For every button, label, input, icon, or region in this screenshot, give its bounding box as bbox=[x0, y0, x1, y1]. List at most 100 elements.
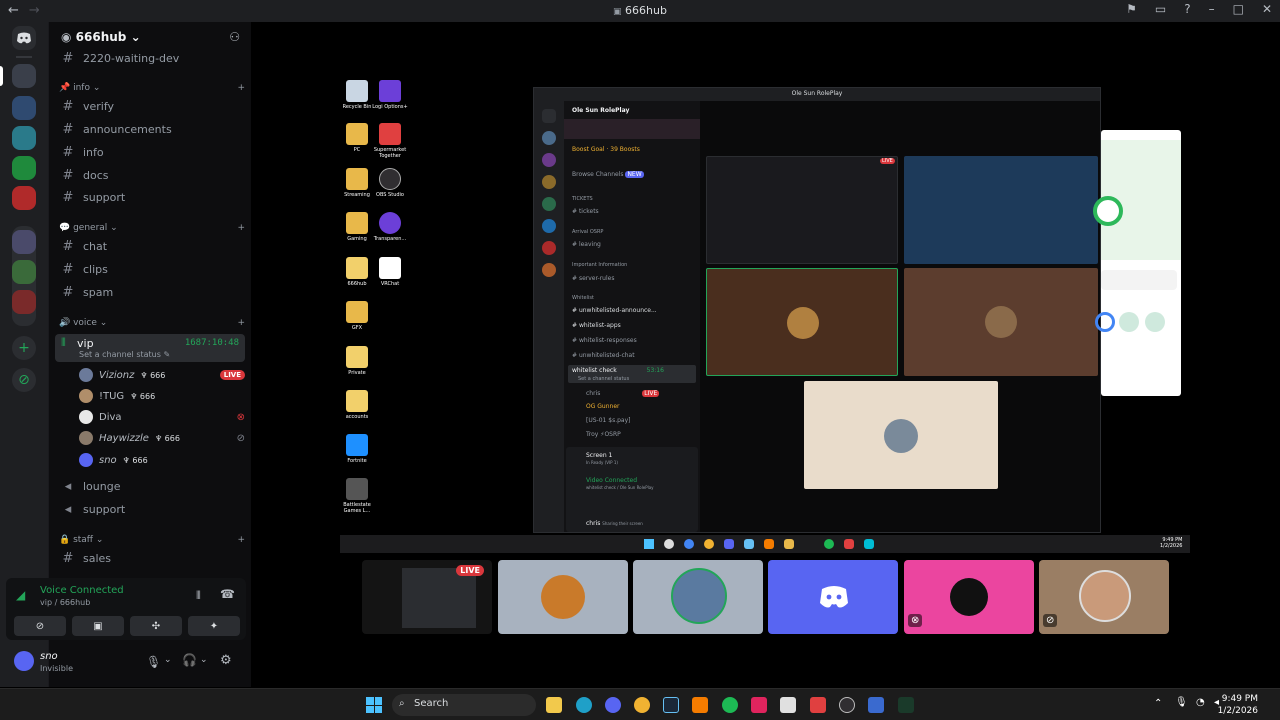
desktop-icon[interactable]: Logi Options+ bbox=[370, 80, 410, 110]
wifi-icon[interactable]: ◔ bbox=[1196, 697, 1205, 708]
noise-suppression-icon[interactable]: ⦀ bbox=[196, 589, 201, 603]
category-info[interactable]: 📌 info ⌄ + bbox=[59, 83, 245, 93]
channel-chat[interactable]: # chat bbox=[57, 235, 243, 257]
screen-share-button[interactable]: ▣ bbox=[72, 616, 124, 636]
live-badge: LIVE bbox=[219, 370, 245, 380]
add-member-icon[interactable]: ⚇ bbox=[229, 30, 240, 44]
channel-verify[interactable]: # verify bbox=[57, 95, 243, 117]
settings-gear-icon[interactable]: ⚙ bbox=[220, 653, 232, 668]
app-icon[interactable] bbox=[810, 697, 826, 713]
server-icon[interactable] bbox=[12, 230, 36, 254]
desktop-icon[interactable]: VRChat bbox=[370, 257, 410, 287]
microphone-icon[interactable]: 🎙 bbox=[1175, 697, 1188, 708]
close-icon[interactable]: ✕ bbox=[1262, 2, 1272, 16]
soundboard-button[interactable]: ✦ bbox=[188, 616, 240, 636]
channel-spam[interactable]: # spam bbox=[57, 281, 243, 303]
channel-voice-support[interactable]: ◂ support bbox=[57, 498, 243, 520]
camera-button[interactable]: ⊘ bbox=[14, 616, 66, 636]
taskbar-search[interactable]: ⌕ Search bbox=[392, 694, 536, 716]
desktop-icon[interactable]: OBS Studio bbox=[370, 168, 410, 198]
channel-info[interactable]: # info bbox=[57, 141, 243, 163]
server-icon[interactable] bbox=[12, 186, 36, 210]
obs-taskbar-icon[interactable] bbox=[839, 697, 855, 713]
voice-member[interactable]: Diva ⊗ bbox=[79, 407, 245, 427]
participant-tile-stream[interactable]: LIVE bbox=[362, 560, 492, 634]
chevron-up-icon[interactable]: ⌃ bbox=[1154, 698, 1162, 709]
server-icon[interactable] bbox=[12, 156, 36, 180]
channel-support[interactable]: # support bbox=[57, 186, 243, 208]
server-icon[interactable] bbox=[12, 126, 36, 150]
channel-2220-waiting-dev[interactable]: #2220-waiting-dev bbox=[57, 47, 243, 69]
category-staff[interactable]: 🔒 staff ⌄ + bbox=[59, 535, 245, 545]
voice-channel-vip[interactable]: ⦀ vip 1687:10:48 Set a channel status ✎ bbox=[55, 334, 245, 362]
inbox-icon[interactable]: ⚑ bbox=[1126, 2, 1137, 16]
voice-member[interactable]: Haywizzle ♆ 666 ⊘ bbox=[79, 428, 245, 448]
discord-taskbar-icon[interactable] bbox=[605, 697, 621, 713]
add-channel-icon[interactable]: + bbox=[237, 83, 245, 93]
voice-member[interactable]: !TUG ♆ 666 bbox=[79, 386, 245, 406]
participant-tile[interactable] bbox=[498, 560, 628, 634]
spotify-icon[interactable] bbox=[722, 697, 738, 713]
add-channel-icon[interactable]: + bbox=[237, 223, 245, 233]
desktop-icon[interactable]: Battlestate Games L... bbox=[337, 478, 377, 514]
participant-tile[interactable]: ⊘ bbox=[1039, 560, 1169, 634]
app-icon[interactable] bbox=[868, 697, 884, 713]
voice-location[interactable]: vip / 666hub bbox=[40, 598, 90, 607]
headphones-icon[interactable]: 🎧 bbox=[182, 653, 197, 667]
activities-button[interactable]: ✣ bbox=[130, 616, 182, 636]
add-channel-icon[interactable]: + bbox=[237, 535, 245, 545]
direct-messages-button[interactable] bbox=[12, 26, 36, 50]
username[interactable]: sno bbox=[40, 651, 58, 662]
category-voice[interactable]: 🔊 voice ⌄ + bbox=[59, 318, 245, 328]
disconnect-icon[interactable]: ☎ bbox=[220, 587, 235, 601]
desktop-icon[interactable]: Fortnite bbox=[337, 434, 377, 464]
maximize-icon[interactable]: □ bbox=[1233, 2, 1244, 16]
participant-tile[interactable]: ⊗ bbox=[904, 560, 1034, 634]
category-general[interactable]: 💬 general ⌄ + bbox=[59, 223, 245, 233]
voice-status[interactable]: Voice Connected bbox=[40, 585, 124, 596]
voice-member[interactable]: sno ♆ 666 bbox=[79, 450, 245, 470]
channel-clips[interactable]: # clips bbox=[57, 258, 243, 280]
app-icon[interactable] bbox=[780, 697, 796, 713]
server-icon[interactable] bbox=[12, 64, 36, 88]
window-controls: ⚑ ▭ ? – □ ✕ bbox=[1126, 2, 1272, 16]
screen-icon[interactable]: ▭ bbox=[1155, 2, 1166, 16]
server-icon bbox=[542, 175, 556, 189]
desktop-icon[interactable]: accounts bbox=[337, 390, 377, 420]
channel-sales[interactable]: # sales bbox=[57, 547, 243, 569]
video-tile-user bbox=[706, 268, 898, 376]
app-icon[interactable] bbox=[898, 697, 914, 713]
discover-icon[interactable]: ⊘ bbox=[12, 368, 36, 392]
desktop-icon[interactable]: Private bbox=[337, 346, 377, 376]
channel-status[interactable]: Set a channel status ✎ bbox=[79, 350, 170, 359]
help-icon[interactable]: ? bbox=[1184, 2, 1190, 16]
channel-lounge[interactable]: ◂ lounge bbox=[57, 475, 243, 497]
avatar[interactable] bbox=[14, 651, 34, 671]
taskbar-clock[interactable]: 9:49 PM 1/2/2026 bbox=[1218, 693, 1258, 717]
participant-tile[interactable] bbox=[633, 560, 763, 634]
participant-tile[interactable] bbox=[768, 560, 898, 634]
server-icon[interactable] bbox=[12, 290, 36, 314]
add-server-icon[interactable]: + bbox=[12, 336, 36, 360]
server-icon[interactable] bbox=[12, 260, 36, 284]
steam-icon[interactable] bbox=[663, 697, 679, 713]
app-icon[interactable] bbox=[634, 697, 650, 713]
chevron-down-icon[interactable]: ⌄ bbox=[164, 655, 172, 665]
minimize-icon[interactable]: – bbox=[1209, 2, 1215, 16]
desktop-icon[interactable]: Transparen... bbox=[370, 212, 410, 242]
desktop-icon[interactable]: Supermarket Together bbox=[370, 123, 410, 159]
channel-announcements[interactable]: # announcements bbox=[57, 118, 243, 140]
desktop-icon[interactable]: GFX bbox=[337, 301, 377, 331]
start-button[interactable] bbox=[366, 697, 382, 713]
app-icon[interactable] bbox=[692, 697, 708, 713]
channel-docs[interactable]: # docs bbox=[57, 164, 243, 186]
microphone-icon[interactable]: 🎙 bbox=[146, 655, 161, 669]
voice-member[interactable]: Vizionz ♆ 666 LIVE bbox=[79, 365, 245, 385]
file-explorer-icon[interactable] bbox=[546, 697, 562, 713]
chevron-down-icon[interactable]: ⌄ bbox=[200, 655, 208, 665]
add-channel-icon[interactable]: + bbox=[237, 318, 245, 328]
tiktok-icon[interactable] bbox=[751, 697, 767, 713]
edge-icon[interactable] bbox=[576, 697, 592, 713]
recycle-bin-icon bbox=[346, 80, 368, 102]
server-icon[interactable] bbox=[12, 96, 36, 120]
